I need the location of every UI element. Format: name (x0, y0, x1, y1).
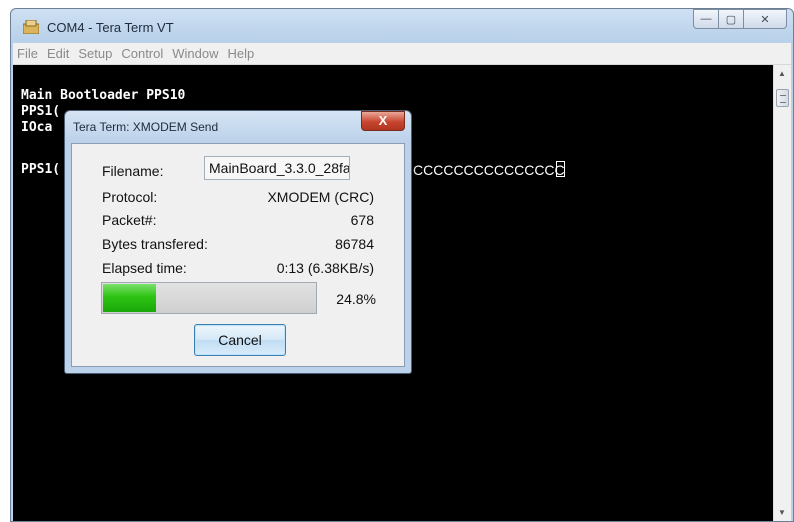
terminal-cursor (556, 161, 565, 177)
filename-field[interactable]: MainBoard_3.3.0_28fa6 (204, 156, 350, 180)
dialog-close-button[interactable]: X (361, 111, 405, 131)
protocol-value: XMODEM (CRC) (267, 189, 374, 205)
terminal-line: Main Bootloader PPS10 (21, 88, 186, 103)
dialog-body: Filename: MainBoard_3.3.0_28fa6 Protocol… (71, 143, 405, 367)
progress-percent: 24.8% (336, 291, 376, 307)
cancel-button[interactable]: Cancel (194, 324, 286, 356)
scrollbar-thumb[interactable] (776, 89, 789, 107)
bytes-transferred-label: Bytes transfered: (102, 236, 208, 252)
scroll-down-arrow-icon[interactable]: ▼ (778, 508, 786, 517)
menu-bar: File Edit Setup Control Window Help (13, 43, 791, 65)
dialog-title: Tera Term: XMODEM Send (73, 120, 219, 134)
scroll-up-arrow-icon[interactable]: ▲ (778, 69, 786, 78)
progress-bar (101, 282, 317, 314)
terminal-stream-text: CCCCCCCCCCCCCCC (413, 162, 565, 178)
vertical-scrollbar[interactable]: ▲ ▼ (773, 65, 791, 521)
progress-bar-fill (103, 284, 156, 312)
elapsed-time-label: Elapsed time: (102, 260, 187, 276)
close-icon: ✕ (760, 13, 770, 26)
terminal-line: IOca (21, 120, 53, 135)
window-title: COM4 - Tera Term VT (47, 20, 174, 35)
bytes-transferred-value: 86784 (335, 236, 374, 252)
close-button[interactable]: ✕ (743, 9, 787, 29)
menu-control[interactable]: Control (121, 46, 163, 61)
menu-window[interactable]: Window (172, 46, 218, 61)
title-bar[interactable]: COM4 - Tera Term VT — ▢ ✕ (11, 9, 793, 43)
packet-label: Packet#: (102, 212, 157, 228)
filename-label: Filename: (102, 163, 164, 179)
protocol-label: Protocol: (102, 189, 158, 205)
tera-term-app-icon (23, 20, 39, 34)
maximize-icon: ▢ (725, 13, 737, 26)
packet-value: 678 (350, 212, 374, 228)
menu-help[interactable]: Help (228, 46, 255, 61)
minimize-icon: — (700, 13, 712, 25)
menu-edit[interactable]: Edit (47, 46, 69, 61)
terminal-line: PPS1( (21, 162, 61, 177)
menu-setup[interactable]: Setup (78, 46, 112, 61)
terminal-line: PPS1( (21, 104, 61, 119)
elapsed-time-value: 0:13 (6.38KB/s) (276, 260, 374, 276)
xmodem-send-dialog: Tera Term: XMODEM Send X Filename: MainB… (64, 110, 412, 374)
menu-file[interactable]: File (17, 46, 38, 61)
minimize-button[interactable]: — (693, 9, 719, 29)
maximize-button[interactable]: ▢ (718, 9, 744, 29)
caption-buttons: — ▢ ✕ (693, 9, 787, 29)
close-icon: X (378, 113, 388, 128)
